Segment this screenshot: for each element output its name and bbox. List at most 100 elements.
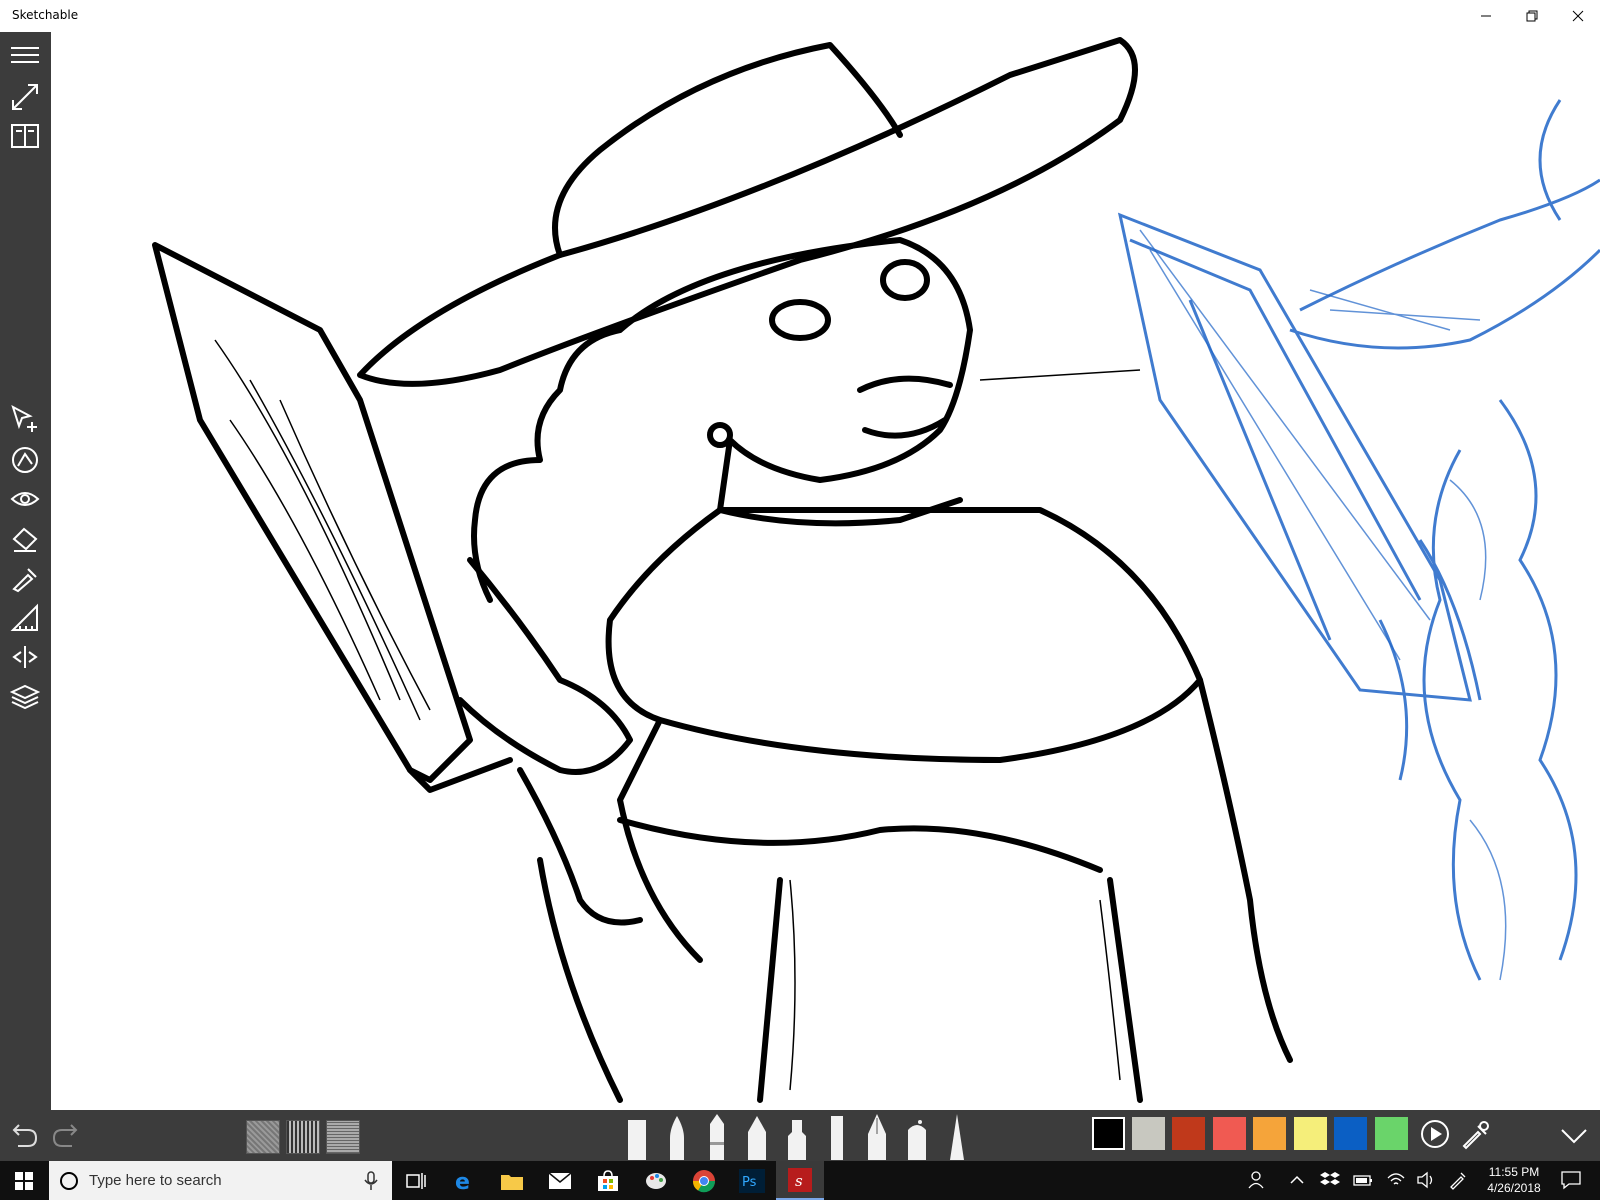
fullscreen-button[interactable] (6, 80, 44, 114)
chrome-icon (692, 1169, 716, 1192)
fountain-pen-brush[interactable] (860, 1112, 894, 1160)
paint-app[interactable] (632, 1161, 680, 1200)
pen-workspace-icon (1450, 1172, 1466, 1190)
notification-icon (1561, 1171, 1581, 1190)
store-app[interactable] (584, 1161, 632, 1200)
select-move-tool[interactable] (6, 402, 44, 436)
app-title: Sketchable (12, 8, 79, 22)
maximize-button[interactable] (1509, 0, 1555, 32)
close-icon (1572, 10, 1584, 22)
ink-brush[interactable] (660, 1112, 694, 1160)
texture-swatch-2[interactable] (286, 1120, 320, 1154)
chrome-app[interactable] (680, 1161, 728, 1200)
eyedropper-tool-icon (12, 568, 37, 593)
svg-text:s: s (795, 1172, 803, 1190)
color-swatch-green[interactable] (1375, 1117, 1408, 1150)
collapse-toolbar-button[interactable] (1558, 1122, 1590, 1150)
cortana-icon (60, 1172, 78, 1190)
people-button[interactable] (1248, 1170, 1268, 1190)
artwork (152, 37, 1600, 1103)
fill-tool[interactable] (6, 522, 44, 556)
windows-taskbar: Type here to search e Ps s 11:55 PM 4/26… (0, 1161, 1600, 1200)
battery-tray-button[interactable] (1352, 1170, 1374, 1190)
task-view-icon (406, 1172, 426, 1189)
battery-icon (1353, 1175, 1372, 1186)
rotate-canvas-icon (12, 447, 38, 473)
dropbox-icon (1320, 1172, 1340, 1185)
sketchable-app[interactable]: s (776, 1161, 824, 1200)
color-picker-button[interactable] (1460, 1118, 1492, 1150)
show-hidden-icons-button[interactable] (1288, 1170, 1306, 1190)
taskbar-clock[interactable]: 11:55 PM 4/26/2018 (1476, 1164, 1552, 1196)
wifi-tray-button[interactable] (1386, 1170, 1406, 1190)
volume-icon (1417, 1171, 1433, 1189)
color-swatch-salmon[interactable] (1213, 1117, 1246, 1150)
dropbox-tray-button[interactable] (1320, 1170, 1340, 1190)
symmetry-icon (12, 646, 38, 668)
symmetry-tool[interactable] (6, 640, 44, 674)
eyedropper-tool[interactable] (6, 561, 44, 595)
pencil-brush[interactable] (700, 1112, 734, 1160)
felt-tip-brush[interactable] (820, 1112, 854, 1160)
color-swatch-blue[interactable] (1334, 1117, 1367, 1150)
bottom-toolbar (0, 1110, 1600, 1161)
menu-button[interactable] (6, 38, 44, 72)
visibility-tool[interactable] (6, 482, 44, 516)
search-placeholder: Type here to search (89, 1172, 222, 1189)
color-swatch-dark-red[interactable] (1172, 1117, 1205, 1150)
fullscreen-icon (12, 84, 38, 110)
rotate-canvas-tool[interactable] (6, 442, 44, 476)
select-move-icon (11, 404, 37, 432)
color-swatch-yellow[interactable] (1294, 1117, 1327, 1150)
close-button[interactable] (1555, 0, 1600, 32)
windows-logo-icon (15, 1171, 33, 1190)
highlighter-brush[interactable] (780, 1112, 814, 1160)
journal-icon (11, 124, 39, 148)
redo-button[interactable] (50, 1120, 82, 1152)
people-icon (1248, 1171, 1264, 1189)
mail-app[interactable] (536, 1161, 584, 1200)
volume-tray-button[interactable] (1416, 1170, 1436, 1190)
visibility-icon (10, 492, 40, 506)
microphone-icon (364, 1171, 378, 1190)
menu-icon (11, 47, 39, 63)
fill-icon (12, 527, 38, 552)
taskbar-search-box[interactable]: Type here to search (49, 1161, 392, 1200)
start-button[interactable] (0, 1161, 48, 1200)
pen-brush[interactable] (740, 1112, 774, 1160)
clock-date: 4/26/2018 (1487, 1181, 1541, 1195)
minimize-button[interactable] (1463, 0, 1509, 32)
folder-icon (501, 1174, 523, 1190)
color-swatch-black[interactable] (1092, 1117, 1125, 1150)
play-button[interactable] (1419, 1118, 1451, 1150)
ruler-tool[interactable] (6, 601, 44, 635)
play-icon (1421, 1120, 1449, 1148)
chalk-brush[interactable] (940, 1112, 974, 1160)
svg-text:e: e (455, 1170, 470, 1193)
title-bar: Sketchable (0, 0, 1600, 32)
file-explorer-app[interactable] (488, 1161, 536, 1200)
paint-palette-icon (646, 1172, 666, 1189)
texture-swatch-3[interactable] (326, 1120, 360, 1154)
restore-icon (1526, 10, 1538, 22)
undo-button[interactable] (8, 1120, 40, 1152)
task-view-button[interactable] (392, 1161, 440, 1200)
ruler-icon (10, 603, 38, 631)
collapse-icon (1561, 1129, 1587, 1144)
edge-icon: e (455, 1170, 470, 1193)
layers-tool[interactable] (6, 680, 44, 714)
color-swatch-gray[interactable] (1132, 1117, 1165, 1150)
airbrush-brush[interactable] (900, 1112, 934, 1160)
color-swatch-orange[interactable] (1253, 1117, 1286, 1150)
drawing-canvas[interactable] (51, 32, 1600, 1110)
edge-app[interactable]: e (440, 1161, 488, 1200)
chevron-up-icon (1290, 1175, 1304, 1184)
action-center-button[interactable] (1560, 1170, 1582, 1190)
journal-button[interactable] (6, 119, 44, 153)
marker-brush[interactable] (620, 1112, 654, 1160)
svg-text:Ps: Ps (742, 1175, 757, 1190)
minimize-icon (1481, 15, 1491, 17)
texture-swatch-1[interactable] (246, 1120, 280, 1154)
pen-workspace-button[interactable] (1448, 1170, 1468, 1190)
photoshop-app[interactable]: Ps (728, 1161, 776, 1200)
